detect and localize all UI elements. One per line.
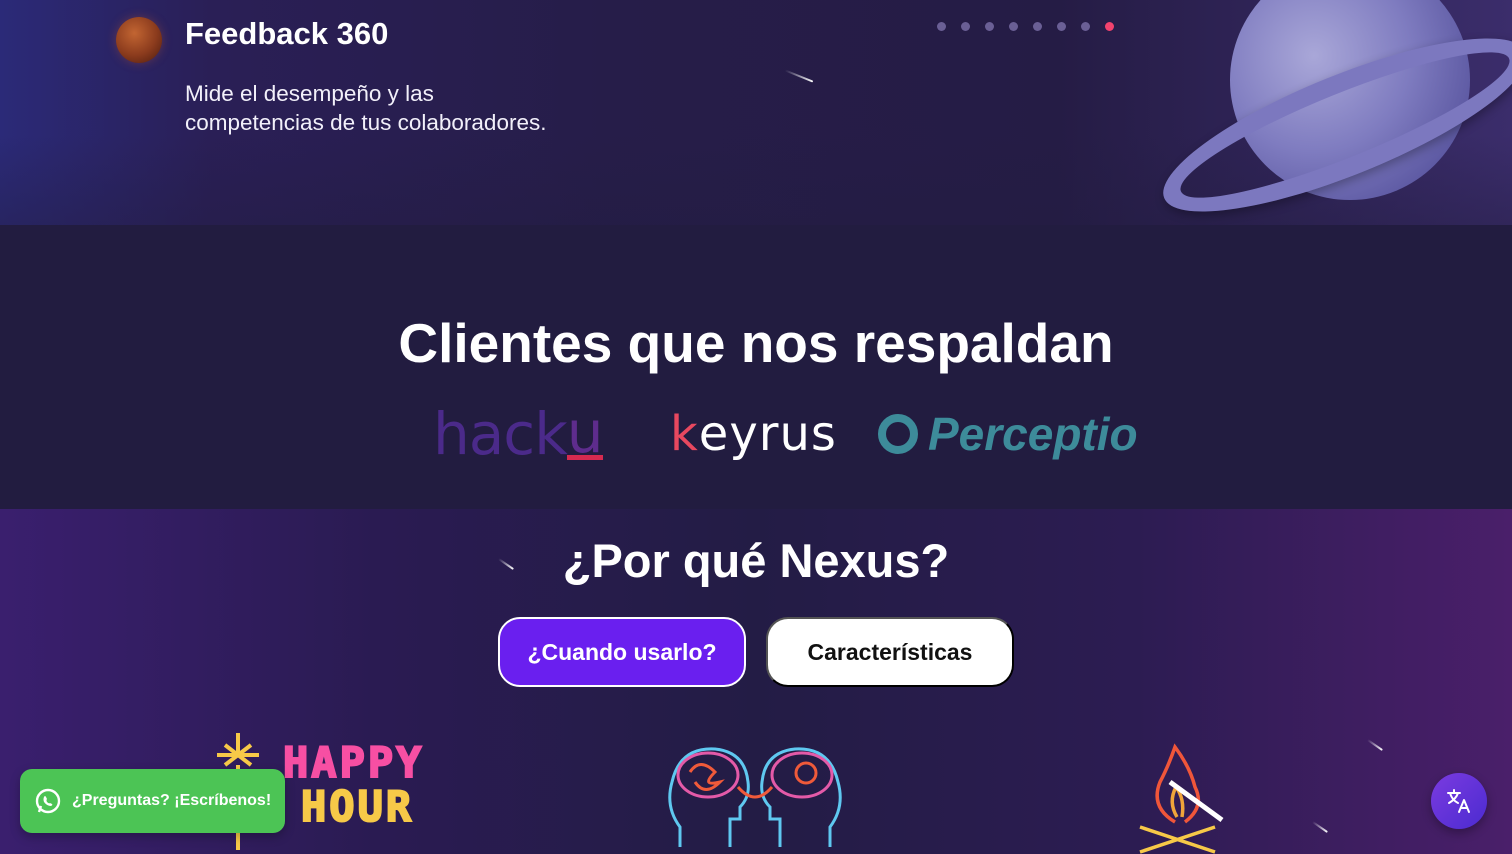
hero-description: Mide el desempeño y las competencias de … bbox=[185, 79, 625, 137]
client-logos: hack u k eyrus Perceptio bbox=[0, 397, 1512, 471]
when-to-use-button[interactable]: ¿Cuando usarlo? bbox=[498, 617, 746, 687]
whatsapp-icon bbox=[35, 788, 61, 814]
carousel-dot[interactable] bbox=[937, 22, 946, 31]
translate-icon bbox=[1447, 789, 1470, 813]
logo-hacku-accent: u bbox=[566, 397, 604, 466]
logo-keyrus: k eyrus bbox=[670, 401, 837, 467]
brains-illustration bbox=[668, 747, 842, 847]
hero-description-line2: competencias de tus colaboradores. bbox=[185, 110, 547, 135]
logo-hacku: hack u bbox=[433, 397, 604, 468]
hour-text: HOUR bbox=[300, 782, 415, 831]
shooting-star bbox=[1312, 821, 1328, 833]
logo-hacku-text: hack bbox=[433, 400, 568, 468]
whatsapp-chat-button[interactable]: ¿Preguntas? ¡Escríbenos! bbox=[20, 769, 285, 833]
carousel-dot[interactable] bbox=[1057, 22, 1066, 31]
logo-perceptio: Perceptio bbox=[878, 401, 1138, 467]
carousel-dot-active[interactable] bbox=[1105, 22, 1114, 31]
clients-section: Clientes que nos respaldan hack u k eyrus … bbox=[0, 225, 1512, 509]
logo-perceptio-text: Perceptio bbox=[928, 408, 1138, 460]
carousel-dot[interactable] bbox=[961, 22, 970, 31]
logo-keyrus-rest: eyrus bbox=[698, 406, 837, 462]
planet-icon bbox=[1145, 0, 1512, 225]
shooting-star bbox=[1367, 739, 1383, 751]
carousel-dot[interactable] bbox=[1009, 22, 1018, 31]
clients-title: Clientes que nos respaldan bbox=[398, 312, 1114, 374]
translate-button[interactable] bbox=[1431, 773, 1487, 829]
carousel-dot[interactable] bbox=[985, 22, 994, 31]
carousel-dot[interactable] bbox=[1033, 22, 1042, 31]
logo-keyrus-k: k bbox=[670, 406, 699, 462]
hero-section: Feedback 360 Mide el desempeño y las com… bbox=[0, 0, 1512, 225]
mars-icon bbox=[116, 17, 162, 63]
carousel-dots bbox=[937, 22, 1114, 31]
perceptio-mark-icon bbox=[878, 414, 918, 454]
whatsapp-label: ¿Preguntas? ¡Escríbenos! bbox=[72, 792, 272, 809]
features-button[interactable]: Características bbox=[766, 617, 1014, 687]
hero-title: Feedback 360 bbox=[185, 16, 389, 51]
carousel-dot[interactable] bbox=[1081, 22, 1090, 31]
happy-text: HAPPY bbox=[282, 738, 425, 787]
hero-description-line1: Mide el desempeño y las bbox=[185, 81, 434, 106]
why-title: ¿Por qué Nexus? bbox=[562, 534, 950, 587]
campfire-illustration bbox=[1139, 743, 1224, 854]
